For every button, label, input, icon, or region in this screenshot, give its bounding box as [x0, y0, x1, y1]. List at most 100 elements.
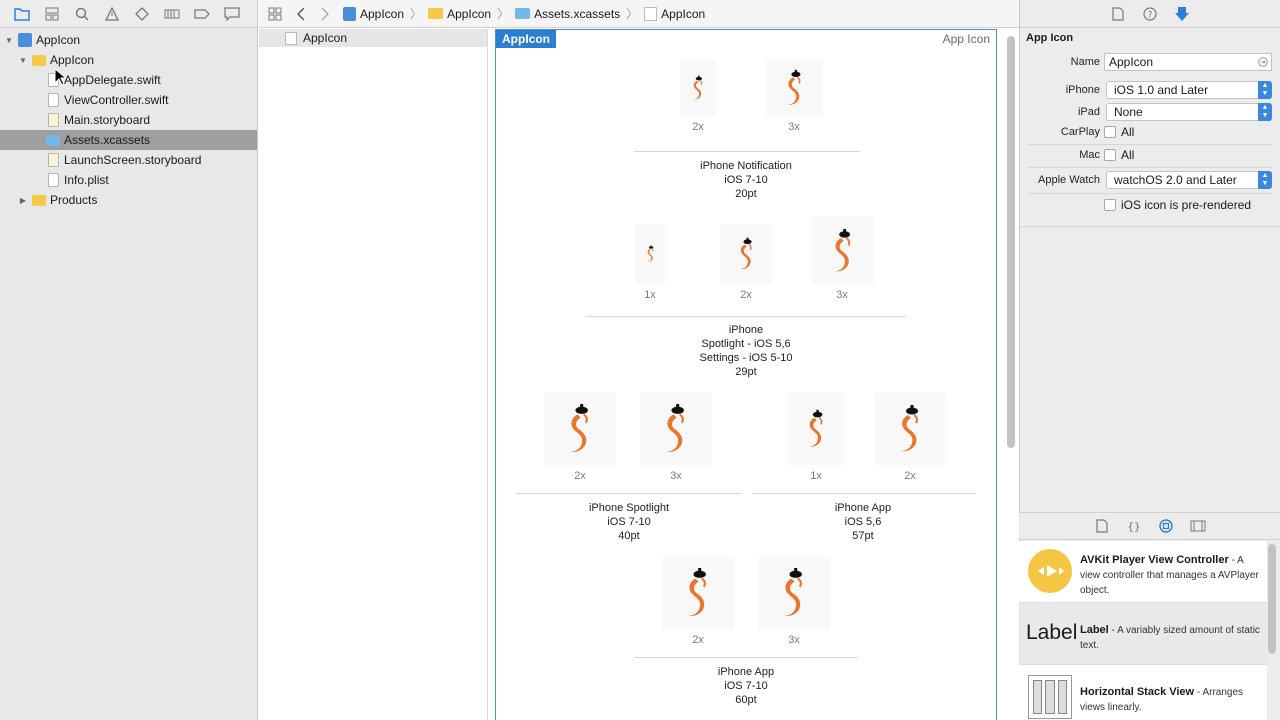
- icon-slot[interactable]: 3x: [812, 217, 874, 301]
- icon-slot[interactable]: 3x: [638, 393, 714, 482]
- mac-checkbox[interactable]: [1104, 149, 1116, 161]
- report-navigator-icon[interactable]: [224, 6, 240, 22]
- carplay-checkbox-label: All: [1121, 125, 1135, 139]
- project-icon: [18, 33, 32, 47]
- breakpoint-navigator-icon[interactable]: [194, 6, 210, 22]
- library-item[interactable]: Label Label - A variably sized amount of…: [1019, 603, 1267, 665]
- help-icon[interactable]: ?: [1142, 6, 1158, 22]
- group-divider: [586, 316, 906, 317]
- disclosure-open-icon[interactable]: ▼: [18, 55, 28, 65]
- library-item[interactable]: AVKit Player View Controller - A view co…: [1019, 541, 1267, 603]
- navigator-toolbar: [0, 0, 257, 28]
- tree-row-file[interactable]: Main.storyboard: [0, 110, 257, 130]
- avkit-player-icon: [1028, 549, 1072, 593]
- mac-checkbox-label: All: [1121, 148, 1135, 162]
- ipad-popup[interactable]: None ▲ ▼: [1106, 103, 1272, 121]
- tree-row-file-selected[interactable]: Assets.xcassets: [0, 130, 257, 150]
- tree-label: LaunchScreen.storyboard: [64, 153, 202, 167]
- asset-editor: AppIcon App Icon 2x 3x iPhone Notificati…: [495, 29, 997, 720]
- disclosure-closed-icon[interactable]: ▶: [18, 195, 28, 205]
- icon-slot[interactable]: 2x: [660, 557, 736, 646]
- back-arrow-icon[interactable]: [293, 6, 309, 22]
- icon-slot[interactable]: 2x: [716, 224, 776, 301]
- apple-watch-popup[interactable]: watchOS 2.0 and Later ▲ ▼: [1106, 171, 1272, 189]
- object-library-icon[interactable]: [1158, 518, 1174, 534]
- icon-slot[interactable]: 2x: [668, 60, 728, 133]
- svg-text:?: ?: [1148, 10, 1153, 20]
- symbol-navigator-icon[interactable]: [44, 6, 60, 22]
- icon-group-caption: iPhone Spotlight iOS 7-10 40pt: [529, 501, 729, 543]
- group-divider: [752, 493, 976, 494]
- search-icon[interactable]: [74, 6, 90, 22]
- folder-icon: [428, 8, 444, 19]
- icon-slot[interactable]: 3x: [756, 557, 832, 646]
- code-snippet-icon[interactable]: {}: [1126, 518, 1142, 534]
- icon-slot[interactable]: 1x: [620, 224, 680, 301]
- tree-row-group[interactable]: ▶ Products: [0, 190, 257, 210]
- prerendered-checkbox-label: iOS icon is pre-rendered: [1121, 198, 1252, 212]
- chevron-right-icon: 〉: [410, 7, 423, 21]
- breadcrumb-group[interactable]: AppIcon: [428, 7, 491, 21]
- library-item[interactable]: Horizontal Stack View - Arranges views l…: [1019, 665, 1267, 720]
- tree-row-file[interactable]: Info.plist: [0, 170, 257, 190]
- group-line: 20pt: [735, 188, 757, 200]
- scale-label: 3x: [788, 634, 800, 646]
- media-library-icon[interactable]: [1190, 518, 1206, 534]
- file-inspector-icon[interactable]: [1110, 6, 1126, 22]
- iphone-popup[interactable]: iOS 1.0 and Later ▲ ▼: [1106, 81, 1272, 99]
- name-field-value: AppIcon: [1109, 55, 1154, 69]
- divider: [1028, 144, 1272, 145]
- icon-slot[interactable]: 1x: [786, 393, 846, 482]
- tree-row-file[interactable]: AppDelegate.swift: [0, 70, 257, 90]
- tree-row-project[interactable]: ▼ AppIcon: [0, 30, 257, 50]
- group-divider: [516, 493, 742, 494]
- tree-label: Main.storyboard: [64, 113, 151, 127]
- app-icon-image: [570, 404, 589, 453]
- scale-label: 3x: [836, 289, 848, 301]
- icon-slot[interactable]: 2x: [542, 393, 618, 482]
- go-arrow-icon[interactable]: [1258, 57, 1268, 67]
- breadcrumb-asset[interactable]: AppIcon: [644, 6, 705, 21]
- carplay-checkbox[interactable]: [1104, 126, 1116, 138]
- library-tabs: {}: [1019, 512, 1280, 540]
- breadcrumb-label: AppIcon: [447, 6, 492, 21]
- editor-scrollbar[interactable]: [1007, 36, 1015, 448]
- issue-navigator-icon[interactable]: [104, 6, 120, 22]
- tree-label: AppDelegate.swift: [64, 73, 161, 87]
- test-navigator-icon[interactable]: [134, 6, 150, 22]
- asset-list-item[interactable]: AppIcon: [259, 29, 487, 47]
- scale-label: 2x: [692, 121, 704, 133]
- breadcrumb-catalog[interactable]: Assets.xcassets: [515, 7, 620, 21]
- app-icon-image: [666, 404, 685, 453]
- disclosure-open-icon[interactable]: ▼: [4, 35, 14, 45]
- tree-label: Info.plist: [64, 173, 109, 187]
- name-field[interactable]: AppIcon: [1104, 53, 1272, 71]
- related-items-icon[interactable]: [267, 6, 283, 22]
- chevron-right-icon: 〉: [497, 7, 510, 21]
- library-scrollbar[interactable]: [1268, 544, 1276, 654]
- tree-row-file[interactable]: LaunchScreen.storyboard: [0, 150, 257, 170]
- ipad-popup-value: None: [1114, 105, 1143, 119]
- storyboard-file-icon: [48, 113, 59, 127]
- app-icon-image: [646, 245, 653, 262]
- tree-row-file[interactable]: ViewController.swift: [0, 90, 257, 110]
- scale-label: 2x: [692, 634, 704, 646]
- prerendered-checkbox[interactable]: [1104, 199, 1116, 211]
- tree-row-group[interactable]: ▼ AppIcon: [0, 50, 257, 70]
- popup-arrows-icon: ▲ ▼: [1258, 171, 1272, 189]
- icon-slot[interactable]: 3x: [764, 60, 824, 133]
- icon-group-caption: iPhone App iOS 5,6 57pt: [763, 501, 963, 543]
- tree-label: Assets.xcassets: [64, 133, 151, 147]
- breadcrumb-project[interactable]: AppIcon: [343, 6, 404, 21]
- divider: [1020, 226, 1280, 227]
- icon-slot[interactable]: 2x: [872, 393, 948, 482]
- apple-watch-popup-value: watchOS 2.0 and Later: [1114, 173, 1237, 187]
- forward-arrow-icon[interactable]: [317, 6, 333, 22]
- attributes-inspector-icon[interactable]: [1174, 6, 1190, 22]
- app-icon-image: [787, 69, 801, 105]
- group-line: 60pt: [735, 694, 757, 706]
- folder-navigator-icon[interactable]: [14, 6, 30, 22]
- popup-arrows-icon: ▲ ▼: [1258, 103, 1272, 121]
- file-template-icon[interactable]: [1094, 518, 1110, 534]
- debug-navigator-icon[interactable]: [164, 6, 180, 22]
